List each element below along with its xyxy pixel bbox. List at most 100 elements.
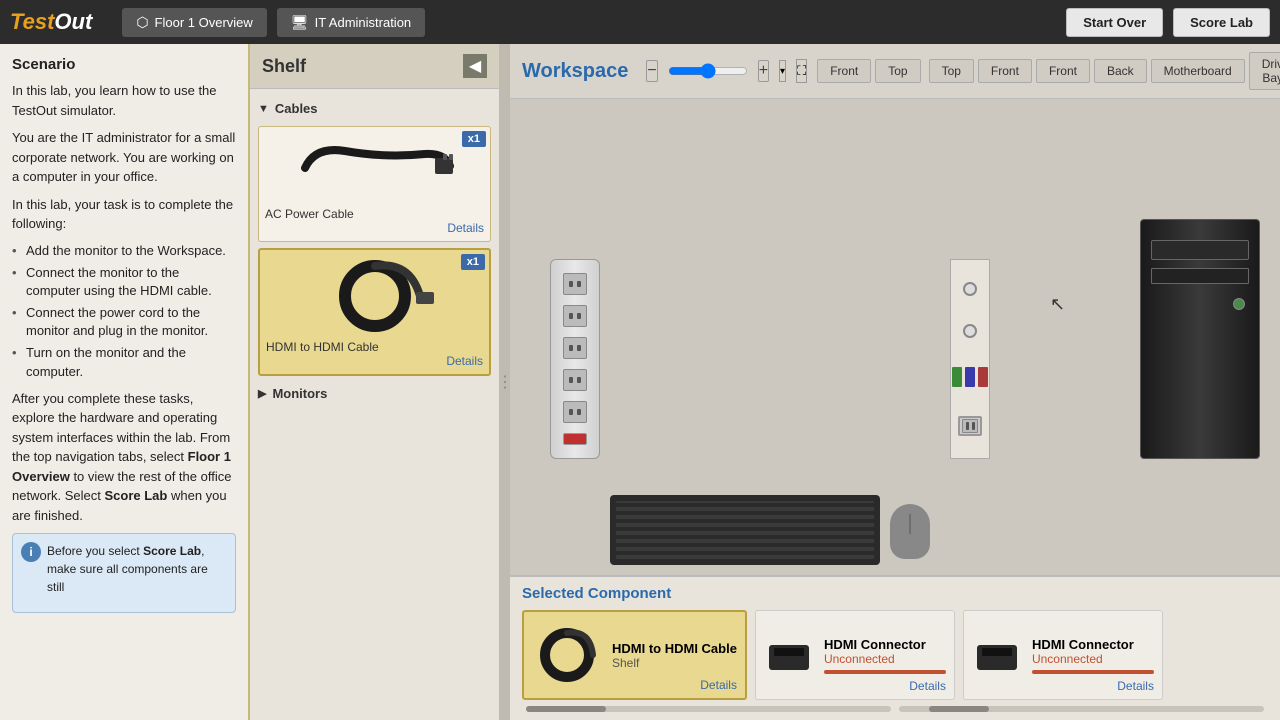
cursor: ↖ (1050, 294, 1065, 315)
port-circle-1[interactable] (963, 282, 977, 296)
tab-front-3[interactable]: Front (1036, 59, 1090, 83)
app-logo: TestOut (10, 9, 92, 35)
tab-drive-bays[interactable]: Drive Bays (1249, 52, 1280, 90)
tab-front-1[interactable]: Front (817, 59, 871, 83)
hdmi-connector-2-name: HDMI Connector (1032, 637, 1154, 652)
task-list: Add the monitor to the Workspace. Connec… (12, 242, 236, 381)
hdmi-cable-card-name: HDMI to HDMI Cable (612, 641, 737, 656)
outlet-1[interactable] (563, 273, 587, 295)
scenario-para-2: You are the IT administrator for a small… (12, 128, 236, 187)
hdmi-connector-1-image (764, 630, 814, 680)
shelf-content: ▼ Cables x1 AC Power Cable Details (250, 89, 499, 720)
hdmi-cable-selected-card[interactable]: HDMI to HDMI Cable Shelf Details (522, 610, 747, 700)
component-cards: HDMI to HDMI Cable Shelf Details HDMI (522, 610, 1268, 700)
keyboard[interactable] (610, 495, 880, 565)
selected-component-panel: Selected Component HDMI to HDMI Cable Sh… (510, 575, 1280, 720)
workspace-panel: Workspace − + ▾ ⛶ Front Top Top Front Fr… (510, 44, 1280, 720)
workspace-view[interactable]: ↖ (510, 99, 1280, 575)
zoom-in-button[interactable]: + (758, 60, 769, 82)
wall-plate[interactable] (950, 259, 990, 459)
workspace-header: Workspace − + ▾ ⛶ Front Top Top Front Fr… (510, 44, 1280, 99)
shelf-panel: Shelf ◀ ▼ Cables x1 AC Po (250, 44, 500, 720)
outlet-2[interactable] (563, 305, 587, 327)
hdmi-connector-2-info: HDMI Connector Unconnected (1032, 637, 1154, 674)
ac-cable-image (265, 133, 484, 203)
tower-pc[interactable] (1140, 219, 1260, 459)
task-item: Turn on the monitor and the computer. (12, 344, 236, 380)
hdmi-cable-item[interactable]: x1 HDMI to HDMI Cable Details (258, 248, 491, 376)
hdmi-cable-badge: x1 (461, 254, 485, 270)
ac-cable-label: AC Power Cable (265, 207, 484, 221)
task-item: Connect the power cord to the monitor an… (12, 304, 236, 340)
zoom-dropdown-button[interactable]: ▾ (779, 60, 786, 82)
wall-outlet[interactable] (958, 416, 982, 436)
drive-bay-1 (1151, 240, 1249, 260)
shelf-title: Shelf (262, 56, 306, 77)
it-administration-button[interactable]: 🖥 IT Administration (277, 8, 425, 37)
hdmi-cable-card-info: HDMI to HDMI Cable Shelf (612, 641, 737, 670)
ac-cable-details[interactable]: Details (265, 221, 484, 235)
main-layout: Scenario In this lab, you learn how to u… (0, 44, 1280, 720)
workspace-tabs: Front Top Top Front Front Back Motherboa… (817, 52, 1280, 90)
port-circle-2[interactable] (963, 324, 977, 338)
shelf-collapse-button[interactable]: ◀ (463, 54, 487, 78)
outlet-3[interactable] (563, 337, 587, 359)
colored-ports (952, 366, 988, 388)
floor-overview-button[interactable]: ⬡ Floor 1 Overview (122, 8, 266, 37)
hdmi-connector-2-status: Unconnected (1032, 652, 1154, 666)
scrollbar-thumb-1[interactable] (526, 706, 606, 712)
tab-top-2[interactable]: Top (929, 59, 974, 83)
score-lab-button[interactable]: Score Lab (1173, 8, 1270, 37)
hdmi-cable-card-location: Shelf (612, 656, 737, 670)
resize-handle[interactable]: ⋮ (500, 44, 510, 720)
hdmi-cable-details[interactable]: Details (266, 354, 483, 368)
power-strip[interactable] (550, 259, 600, 459)
info-icon: i (21, 542, 41, 562)
cables-category[interactable]: ▼ Cables (258, 97, 491, 120)
hdmi-connector-2-image (972, 630, 1022, 680)
outlet-4[interactable] (563, 369, 587, 391)
cables-label: Cables (275, 101, 318, 116)
hdmi-cable-label: HDMI to HDMI Cable (266, 340, 483, 354)
monitors-label: Monitors (272, 386, 327, 401)
tab-back[interactable]: Back (1094, 59, 1147, 83)
hdmi-cable-card-details[interactable]: Details (700, 678, 737, 692)
fullscreen-button[interactable]: ⛶ (796, 59, 807, 83)
workspace-title: Workspace (522, 60, 628, 83)
tab-top-1[interactable]: Top (875, 59, 920, 83)
hdmi-cable-image (266, 256, 483, 336)
shelf-header: Shelf ◀ (250, 44, 499, 89)
scenario-para-1: In this lab, you learn how to use the Te… (12, 81, 236, 120)
scrollbar-area (522, 706, 1268, 712)
monitors-arrow-icon: ▶ (258, 387, 266, 400)
zoom-slider[interactable] (668, 63, 748, 79)
hdmi-connector-2-card[interactable]: HDMI Connector Unconnected Details (963, 610, 1163, 700)
mouse[interactable] (890, 504, 930, 559)
hdmi-connector-1-info: HDMI Connector Unconnected (824, 637, 946, 674)
top-navigation: TestOut ⬡ Floor 1 Overview 🖥 IT Administ… (0, 0, 1280, 44)
scrollbar-thumb-2[interactable] (929, 706, 989, 712)
hdmi-connector-1-card[interactable]: HDMI Connector Unconnected Details (755, 610, 955, 700)
task-item: Connect the monitor to the computer usin… (12, 264, 236, 300)
tab-front-2[interactable]: Front (978, 59, 1032, 83)
monitor-icon: 🖥 (291, 14, 309, 31)
ac-cable-badge: x1 (462, 131, 486, 147)
power-button[interactable] (1233, 298, 1245, 310)
zoom-out-button[interactable]: − (646, 60, 657, 82)
info-box: i Before you select Score Lab, make sure… (12, 533, 236, 613)
ac-power-cable-item[interactable]: x1 AC Power Cable Details (258, 126, 491, 242)
tab-motherboard[interactable]: Motherboard (1151, 59, 1245, 83)
outlet-5[interactable] (563, 401, 587, 423)
hdmi-connector-1-details[interactable]: Details (909, 679, 946, 693)
drive-bay-2 (1151, 268, 1249, 284)
monitors-category[interactable]: ▶ Monitors (258, 382, 491, 405)
start-over-button[interactable]: Start Over (1066, 8, 1163, 37)
hdmi-connector-1-name: HDMI Connector (824, 637, 946, 652)
hdmi-connector-2-details[interactable]: Details (1117, 679, 1154, 693)
info-box-text: Before you select Score Lab, make sure a… (47, 542, 227, 596)
hdmi-connector-2-status-line (1032, 670, 1154, 674)
floor-icon: ⬡ (136, 14, 148, 31)
hdmi-connector-1-status-line (824, 670, 946, 674)
scenario-para-3: In this lab, your task is to complete th… (12, 195, 236, 234)
scenario-panel: Scenario In this lab, you learn how to u… (0, 44, 250, 720)
